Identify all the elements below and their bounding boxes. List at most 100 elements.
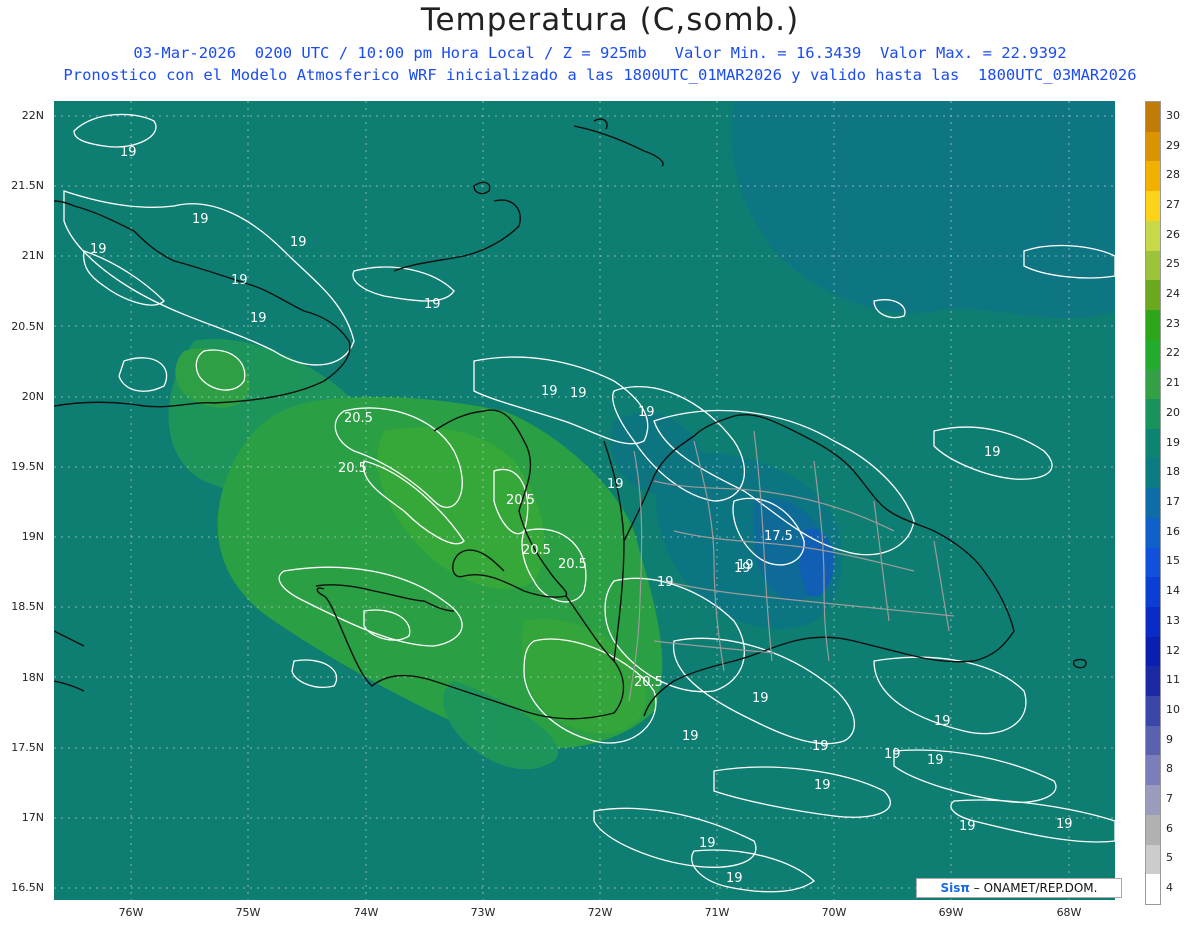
contour-label: 19: [682, 729, 699, 744]
lon-label: 74W: [353, 906, 379, 919]
contour-label: 19: [120, 145, 137, 160]
warm-shading: [168, 339, 663, 770]
contour-label: 19: [607, 477, 624, 492]
lon-label: 75W: [235, 906, 261, 919]
legend-label: 28: [1166, 168, 1180, 182]
legend-swatch: [1146, 577, 1160, 608]
contour-label: 19: [90, 242, 107, 257]
contour-label: 19: [231, 273, 248, 288]
legend-label: 25: [1166, 257, 1180, 271]
temperature-map[interactable]: 19 19 19 19 19 19 19 19 19 19 20.5 20.5 20.5 20.5 20.5…: [54, 101, 1115, 900]
legend-label: 6: [1166, 821, 1173, 835]
legend-swatch: [1146, 428, 1160, 459]
legend-label: 14: [1166, 584, 1180, 598]
legend-swatch: [1146, 785, 1160, 816]
lat-label: 17N: [21, 811, 44, 824]
legend-swatch: [1146, 280, 1160, 311]
legend-label: 16: [1166, 524, 1180, 538]
contour-label: 20.5: [558, 557, 587, 572]
valid-time-line: 03-Mar-2026 0200 UTC / 10:00 pm Hora Loc…: [133, 44, 1067, 62]
legend-swatch: [1146, 814, 1160, 845]
lat-label: 18.5N: [11, 600, 44, 613]
legend-label: 12: [1166, 643, 1180, 657]
contour-label: 20.5: [338, 461, 367, 476]
legend-swatch: [1146, 488, 1160, 519]
legend-label: 4: [1166, 881, 1173, 895]
contour-label: 20.5: [344, 411, 373, 426]
contour-label: 19: [1056, 817, 1073, 832]
legend-swatch: [1146, 696, 1160, 727]
legend-label: 30: [1166, 108, 1180, 122]
legend-swatch: [1146, 725, 1160, 756]
contour-label: 19: [657, 575, 674, 590]
contour-label: 19: [699, 836, 716, 851]
legend-label: 9: [1166, 732, 1173, 746]
contour-label: 19: [726, 871, 743, 886]
legend-swatch: [1146, 458, 1160, 489]
lat-label: 17.5N: [11, 741, 44, 754]
legend-label: 19: [1166, 435, 1180, 449]
legend-label: 27: [1166, 197, 1180, 211]
legend-label: 21: [1166, 376, 1180, 390]
contour-label: 20.5: [506, 493, 535, 508]
contour-label: 19: [812, 739, 829, 754]
legend-swatch: [1146, 161, 1160, 192]
legend-swatch: [1146, 339, 1160, 370]
contour-label: 19: [638, 405, 655, 420]
legend-label: 5: [1166, 851, 1173, 865]
legend-label: 26: [1166, 227, 1180, 241]
legend-swatch: [1146, 399, 1160, 430]
lat-label: 19.5N: [11, 460, 44, 473]
legend-swatch: [1146, 131, 1160, 162]
credit-text: – ONAMET/REP.DOM.: [973, 881, 1098, 895]
lat-label: 19N: [21, 530, 44, 543]
map-canvas: [54, 101, 1115, 900]
legend-label: 29: [1166, 138, 1180, 152]
legend-label: 11: [1166, 673, 1180, 687]
contour-label: 19: [290, 235, 307, 250]
contour-label: 19: [737, 558, 754, 573]
legend-swatch: [1146, 606, 1160, 637]
lon-label: 76W: [118, 906, 144, 919]
legend-label: 13: [1166, 613, 1180, 627]
credit-box: Sisπ – ONAMET/REP.DOM.: [916, 878, 1122, 898]
legend-swatch: [1146, 636, 1160, 667]
contour-label: 19: [752, 691, 769, 706]
legend-swatch: [1146, 309, 1160, 340]
contour-label: 19: [424, 297, 441, 312]
lon-label: 72W: [587, 906, 613, 919]
lon-label: 70W: [821, 906, 847, 919]
lat-label: 21.5N: [11, 179, 44, 192]
legend-label: 18: [1166, 465, 1180, 479]
contour-label: 19: [927, 753, 944, 768]
legend-swatch: [1146, 666, 1160, 697]
sispi-logo: Sisπ: [940, 881, 970, 895]
contour-label: 17.5: [764, 529, 793, 544]
contour-label: 19: [884, 747, 901, 762]
legend-swatch: [1146, 755, 1160, 786]
contour-label: 19: [570, 386, 587, 401]
legend-swatch: [1146, 102, 1160, 132]
lon-label: 71W: [704, 906, 730, 919]
lon-label: 73W: [470, 906, 496, 919]
color-legend: [1145, 101, 1161, 905]
contour-label: 19: [984, 445, 1001, 460]
map-title: Temperatura (C,somb.): [420, 2, 800, 38]
legend-swatch: [1146, 517, 1160, 548]
contour-label: 19: [934, 714, 951, 729]
contour-label: 19: [814, 778, 831, 793]
legend-label: 23: [1166, 316, 1180, 330]
lat-label: 22N: [21, 109, 44, 122]
contour-label: 19: [250, 311, 267, 326]
legend-label: 22: [1166, 346, 1180, 360]
lon-label: 68W: [1056, 906, 1082, 919]
legend-label: 15: [1166, 554, 1180, 568]
contour-label: 19: [959, 819, 976, 834]
legend-swatch: [1146, 547, 1160, 578]
lat-label: 21N: [21, 249, 44, 262]
lat-label: 16.5N: [11, 881, 44, 894]
contour-label: 20.5: [522, 543, 551, 558]
lon-label: 69W: [938, 906, 964, 919]
legend-label: 8: [1166, 762, 1173, 776]
lat-label: 18N: [21, 671, 44, 684]
